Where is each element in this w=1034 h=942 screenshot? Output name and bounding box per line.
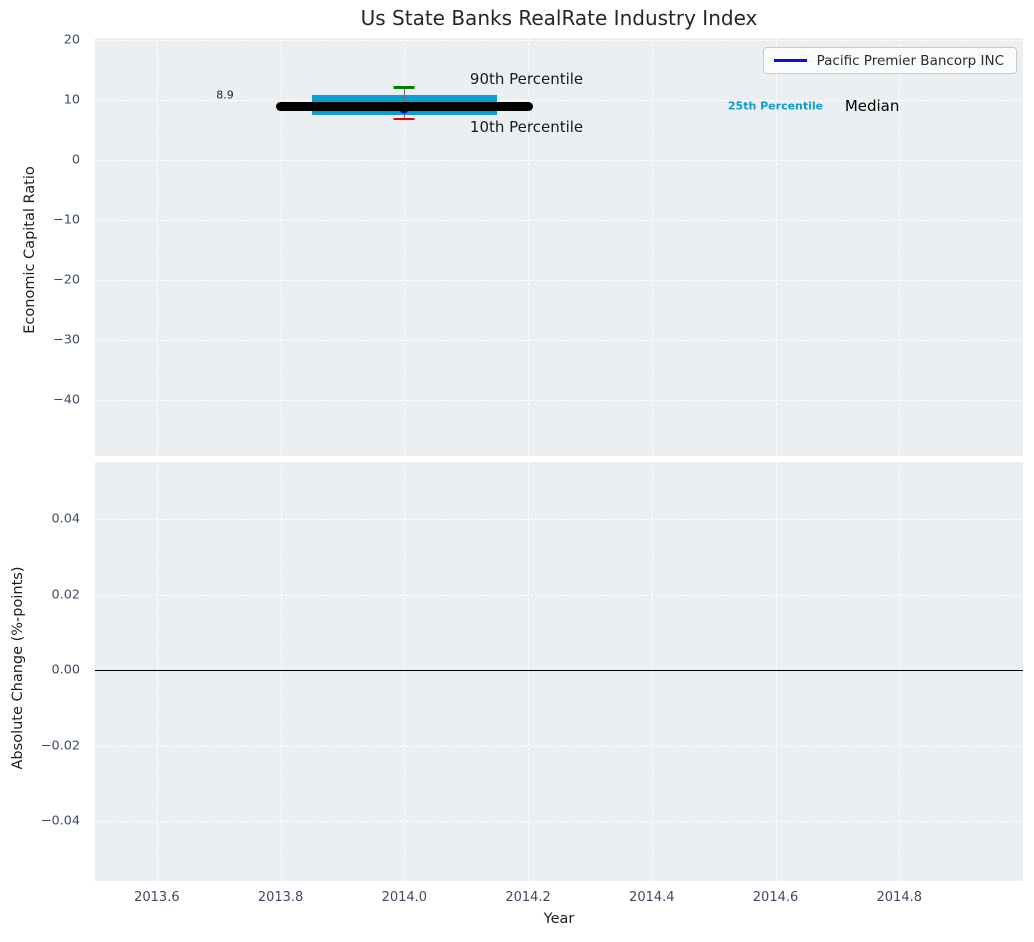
bottom-plot-area <box>95 462 1023 881</box>
p10-cap <box>393 117 415 121</box>
horizontal-gridline <box>95 594 1023 596</box>
legend: Pacific Premier Bancorp INC <box>762 47 1017 74</box>
vertical-gridline <box>899 38 901 456</box>
figure: 2014.8 2014.6 2014.4 2014.2 2014.0 2013.8 2013… <box>0 0 1034 942</box>
x-tick-label: 2014.2 <box>505 890 551 905</box>
horizontal-gridline <box>95 400 1023 402</box>
x-tick-label: 2014.6 <box>752 890 799 905</box>
vertical-gridline <box>528 462 530 881</box>
y-tick-label-top: −30 <box>52 332 80 348</box>
vertical-gridline <box>280 38 282 456</box>
x-tick-label: 2013.8 <box>257 890 304 905</box>
x-axis-label: Year <box>543 911 575 927</box>
y-axis-label-bottom: Absolute Change (%-points) <box>10 566 26 770</box>
horizontal-gridline <box>95 821 1023 823</box>
vertical-gridline <box>899 462 901 881</box>
horizontal-gridline <box>95 40 1023 42</box>
vertical-gridline <box>528 38 530 456</box>
horizontal-gridline <box>95 519 1023 521</box>
y-tick-label-bottom: 0.04 <box>51 511 81 527</box>
vertical-gridline <box>651 462 653 881</box>
median-line <box>276 102 533 112</box>
y-tick-label-top: 10 <box>63 92 80 108</box>
top-plot-area: Pacific Premier Bancorp INC 8.9 90th Perc… <box>95 38 1023 456</box>
y-tick-label-top: 20 <box>63 32 80 48</box>
annotation-median-label: Median <box>844 97 900 116</box>
y-tick-label-top: −20 <box>52 272 80 288</box>
y-tick-label-top: −10 <box>52 212 80 228</box>
horizontal-gridline <box>95 220 1023 222</box>
chart-title: Us State Banks RealRate Industry Index <box>360 6 758 30</box>
y-tick-label-top: 0 <box>71 152 80 168</box>
p90-cap <box>393 86 415 89</box>
vertical-gridline <box>156 38 158 456</box>
vertical-gridline <box>775 462 777 881</box>
x-tick-label: 2013.6 <box>134 890 180 905</box>
horizontal-gridline <box>95 160 1023 162</box>
annotation-p90-label: 90th Percentile <box>469 69 584 88</box>
vertical-gridline <box>156 462 158 881</box>
legend-label: Pacific Premier Bancorp INC <box>816 52 1004 69</box>
y-tick-label-top: −40 <box>52 392 80 408</box>
x-tick-label: 2014.0 <box>381 890 428 905</box>
y-tick-label-bottom: −0.04 <box>40 813 80 829</box>
annotation-p25-label: 25th Percentile <box>727 99 824 113</box>
x-tick-label: 2014.4 <box>629 890 675 905</box>
horizontal-gridline <box>95 745 1023 747</box>
horizontal-gridline <box>95 340 1023 342</box>
legend-line-sample <box>773 59 807 62</box>
vertical-gridline <box>651 38 653 456</box>
annotation-value-label: 8.9 <box>216 88 234 102</box>
horizontal-gridline <box>95 280 1023 282</box>
y-axis-label-top: Economic Capital Ratio <box>22 166 38 334</box>
annotation-p10-label: 10th Percentile <box>469 118 584 137</box>
zero-change-line <box>95 669 1023 672</box>
vertical-gridline <box>404 462 406 881</box>
x-tick-label: 2014.8 <box>876 890 923 905</box>
vertical-gridline <box>280 462 282 881</box>
